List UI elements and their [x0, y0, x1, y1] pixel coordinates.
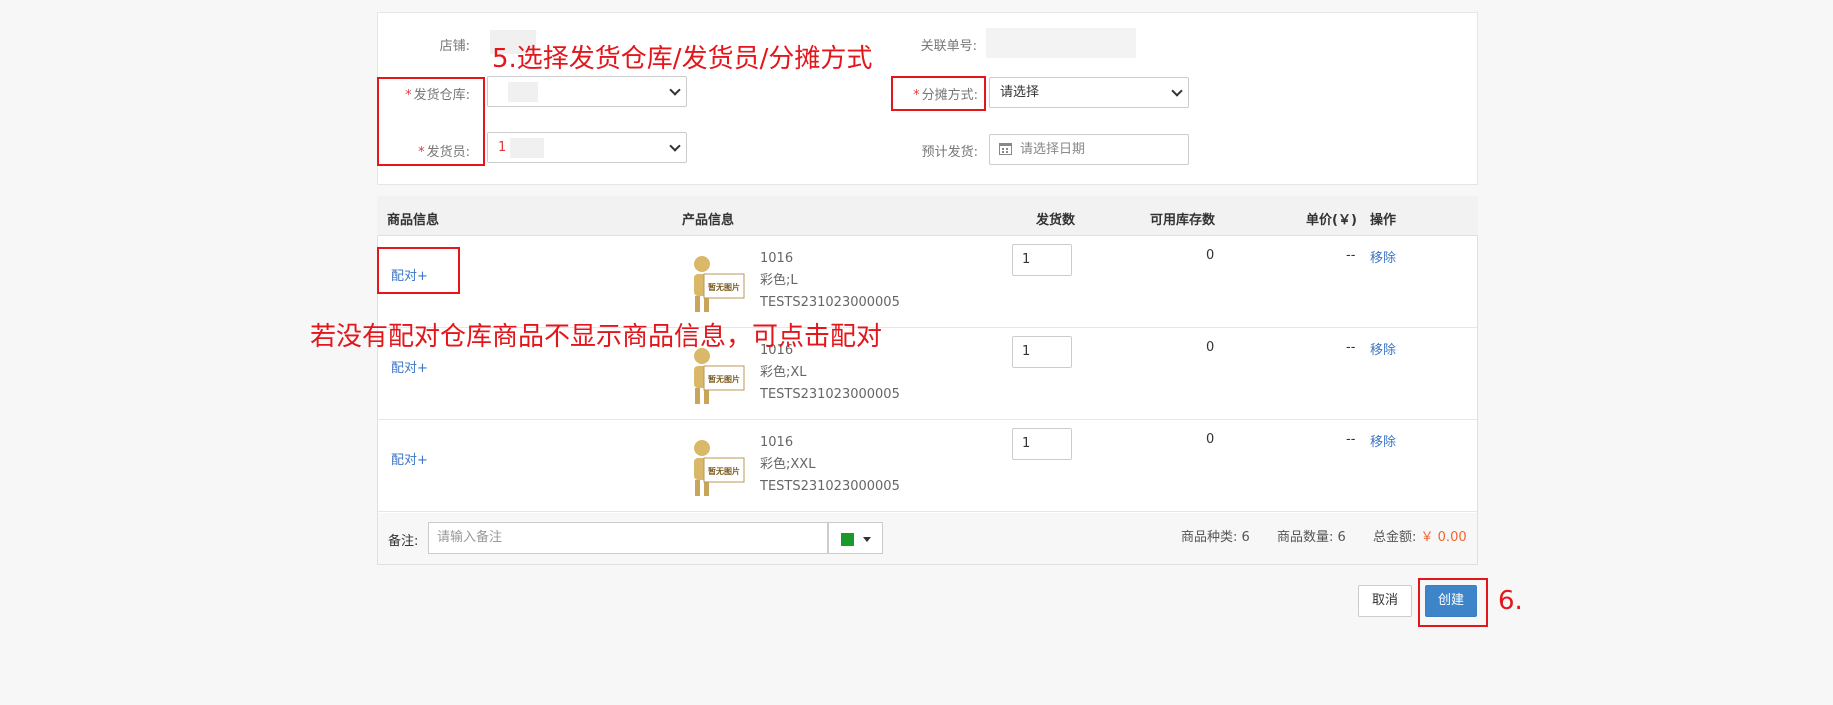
unit-price: --	[1346, 340, 1356, 355]
ship-qty-input[interactable]: 1	[1012, 428, 1072, 460]
col-actions: 操作	[1370, 213, 1397, 228]
available-stock: 0	[1206, 432, 1215, 447]
figure-sign-icon: 暂无图片	[694, 348, 745, 404]
pair-link[interactable]: 配对+	[391, 357, 428, 376]
figure-sign-icon: 暂无图片	[694, 440, 745, 496]
shipper-value: 1	[498, 140, 507, 155]
product-code: 1016	[760, 251, 794, 266]
warehouse-select[interactable]	[487, 76, 687, 107]
remove-link[interactable]: 移除	[1370, 339, 1396, 358]
ship-qty-input[interactable]: 1	[1012, 244, 1072, 276]
total-amount-summary: 总金额: ￥ 0.00	[1373, 526, 1467, 545]
annotation-box-pair	[377, 247, 460, 294]
no-image-text: 暂无图片	[708, 282, 740, 292]
figure-sign-icon: 暂无图片	[694, 256, 745, 312]
no-image-text: 暂无图片	[708, 466, 740, 476]
goods-count-summary: 商品数量: 6	[1277, 526, 1346, 545]
remark-label: 备注:	[388, 534, 419, 549]
col-available-stock: 可用库存数	[1150, 213, 1216, 228]
shipper-select[interactable]: 1	[487, 132, 687, 163]
chevron-down-icon	[1171, 85, 1183, 97]
product-sku: TESTS231023000005	[760, 479, 900, 494]
annotation-step5: 5.选择发货仓库/发货员/分摊方式	[492, 44, 873, 74]
color-picker-button[interactable]	[828, 522, 883, 554]
annotation-box-allocation	[891, 76, 986, 111]
ship-qty-input[interactable]: 1	[1012, 336, 1072, 368]
col-product-info: 产品信息	[682, 213, 735, 228]
no-image-placeholder: 暂无图片	[682, 436, 746, 500]
kinds-label: 商品种类:	[1181, 530, 1238, 545]
no-image-placeholder: 暂无图片	[682, 252, 746, 316]
chevron-down-icon	[669, 140, 681, 152]
count-label: 商品数量:	[1277, 530, 1334, 545]
annotation-box-warehouse-shipper	[377, 77, 485, 166]
unit-price: --	[1346, 432, 1356, 447]
remark-input[interactable]: 请输入备注	[428, 522, 828, 554]
remove-link[interactable]: 移除	[1370, 431, 1396, 450]
count-value: 6	[1337, 530, 1346, 545]
col-ship-qty: 发货数	[1036, 213, 1076, 228]
planned-ship-placeholder: 请选择日期	[1020, 142, 1086, 157]
product-sku: TESTS231023000005	[760, 387, 900, 402]
shipper-value-redacted	[510, 138, 544, 158]
product-code: 1016	[760, 435, 794, 450]
related-no-label: 关联单号:	[920, 39, 977, 54]
product-info: 1016 彩色;XXL TESTS231023000005	[760, 432, 900, 498]
planned-ship-label: 预计发货:	[921, 145, 978, 160]
product-spec: 彩色;XXL	[760, 457, 816, 472]
total-value: ￥ 0.00	[1420, 530, 1467, 545]
calendar-icon	[999, 143, 1012, 155]
allocation-select[interactable]: 请选择	[989, 77, 1189, 108]
chevron-down-icon	[669, 84, 681, 96]
total-label: 总金额:	[1373, 530, 1417, 545]
warehouse-value-redacted	[508, 82, 538, 102]
col-goods-info: 商品信息	[387, 213, 440, 228]
product-info: 1016 彩色;L TESTS231023000005	[760, 248, 900, 314]
color-swatch-icon	[841, 533, 854, 546]
goods-kinds-summary: 商品种类: 6	[1181, 526, 1250, 545]
planned-ship-date-input[interactable]: 请选择日期	[989, 134, 1189, 165]
caret-down-icon	[863, 537, 871, 542]
table-row	[378, 236, 1477, 328]
annotation-step6: 6.	[1498, 586, 1523, 616]
unit-price: --	[1346, 248, 1356, 263]
product-spec: 彩色;XL	[760, 365, 807, 380]
pair-link[interactable]: 配对+	[391, 449, 428, 468]
cancel-button[interactable]: 取消	[1358, 585, 1412, 617]
product-spec: 彩色;L	[760, 273, 798, 288]
annotation-box-create	[1418, 578, 1488, 627]
available-stock: 0	[1206, 340, 1215, 355]
table-row	[378, 420, 1477, 512]
related-no-value-redacted	[986, 28, 1136, 58]
product-sku: TESTS231023000005	[760, 295, 900, 310]
allocation-value: 请选择	[1000, 85, 1040, 100]
col-unit-price: 单价(￥)	[1306, 213, 1357, 228]
no-image-text: 暂无图片	[708, 374, 740, 384]
available-stock: 0	[1206, 248, 1215, 263]
kinds-value: 6	[1241, 530, 1250, 545]
shop-label: 店铺:	[439, 39, 470, 54]
no-image-placeholder: 暂无图片	[682, 344, 746, 408]
remove-link[interactable]: 移除	[1370, 247, 1396, 266]
annotation-pair-hint: 若没有配对仓库商品不显示商品信息，可点击配对	[310, 322, 883, 352]
